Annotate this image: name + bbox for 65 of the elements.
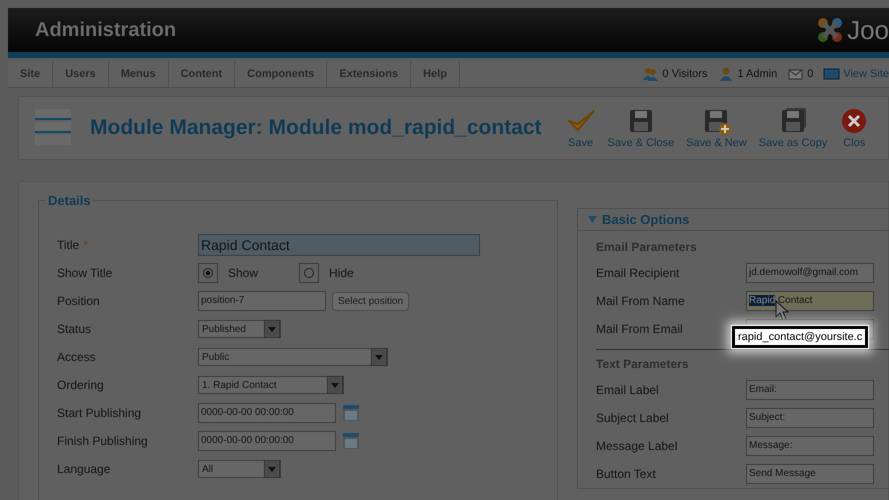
field-label: Access	[57, 350, 96, 364]
field-label: Message Label	[596, 439, 678, 453]
person-icon	[717, 66, 734, 82]
field-label: Mail From Email	[596, 322, 684, 336]
stack-icon	[34, 108, 72, 148]
dropdown-arrow-icon	[264, 320, 280, 338]
zoom-callout: rapid_contact@yoursite.c	[732, 326, 868, 348]
dropdown[interactable]: Public	[198, 348, 388, 366]
date-field[interactable]: 0000-00-00 00:00:00	[198, 403, 336, 423]
calendar-icon	[342, 432, 360, 450]
dropdown-arrow-icon	[371, 348, 387, 366]
logo-text: Joo	[847, 15, 889, 45]
selected-text: Rapid	[749, 295, 776, 306]
section-heading: Basic Options	[602, 212, 690, 227]
text-field[interactable]: Rapid Contact	[198, 234, 480, 256]
field-label: Position	[57, 294, 100, 308]
radio-button[interactable]	[299, 263, 319, 283]
page-title: Module Manager: Module mod_rapid_contact	[90, 116, 542, 140]
radio-label: Hide	[329, 266, 354, 280]
field-text: Contact	[776, 295, 812, 306]
dropdown[interactable]: All	[198, 460, 281, 478]
text-field[interactable]: Rapid Contact	[746, 291, 874, 311]
radio-button[interactable]	[198, 263, 218, 283]
dropdown[interactable]: Published	[198, 320, 281, 338]
status-text: 1 Admin	[737, 68, 778, 80]
toolbar-button[interactable]: Clos	[833, 107, 876, 149]
radio-dot[interactable]	[304, 268, 314, 278]
field-label: Start Publishing	[57, 406, 142, 420]
app-title: Administration	[35, 18, 176, 42]
text-field[interactable]: Subject:	[746, 408, 874, 428]
field-label: Mail From Name	[596, 294, 686, 308]
field-label: Email Recipient	[596, 266, 680, 280]
calendar-icon	[342, 404, 360, 422]
text-field[interactable]: Email:	[746, 380, 874, 400]
text-field[interactable]: position-7	[198, 291, 326, 311]
field-label: Subject Label	[596, 411, 670, 425]
field-label: Email Label	[596, 383, 660, 397]
text-field[interactable]: Message:	[746, 436, 874, 456]
dropdown[interactable]: 1. Rapid Contact	[198, 376, 344, 394]
monitor-icon	[823, 66, 840, 82]
field-label: Status	[57, 322, 92, 336]
field-label: Finish Publishing	[57, 434, 148, 448]
section-legend: Details	[45, 193, 94, 208]
text-field[interactable]: jd.demowolf@gmail.com	[746, 263, 874, 283]
status-text: 0	[807, 68, 814, 80]
select-position-button[interactable]: Select position	[332, 292, 410, 310]
required-mark: *	[83, 238, 88, 252]
radio-dot[interactable]	[203, 268, 213, 278]
text-field[interactable]: Send Message	[746, 464, 874, 484]
toolbar-button[interactable]: Save	[560, 107, 602, 149]
toolbar-button[interactable]: Save & New	[680, 107, 753, 149]
status-text: 0 Visitors	[662, 68, 708, 80]
field-label: Show Title	[57, 266, 112, 280]
toolbar-button[interactable]: Save & Close	[602, 107, 680, 149]
field-label: Ordering	[57, 378, 104, 392]
field-label: Button Text	[596, 467, 657, 481]
dropdown-arrow-icon	[327, 376, 343, 394]
people-icon	[642, 66, 660, 82]
field-label: Title	[57, 238, 80, 252]
field-label: Language	[57, 462, 110, 476]
radio-label: Show	[228, 266, 258, 280]
toolbar-button[interactable]: Save as Copy	[752, 107, 834, 149]
date-field[interactable]: 0000-00-00 00:00:00	[198, 431, 336, 451]
view-site-link[interactable]: View Site	[843, 68, 889, 80]
dropdown-arrow-icon	[264, 460, 280, 478]
